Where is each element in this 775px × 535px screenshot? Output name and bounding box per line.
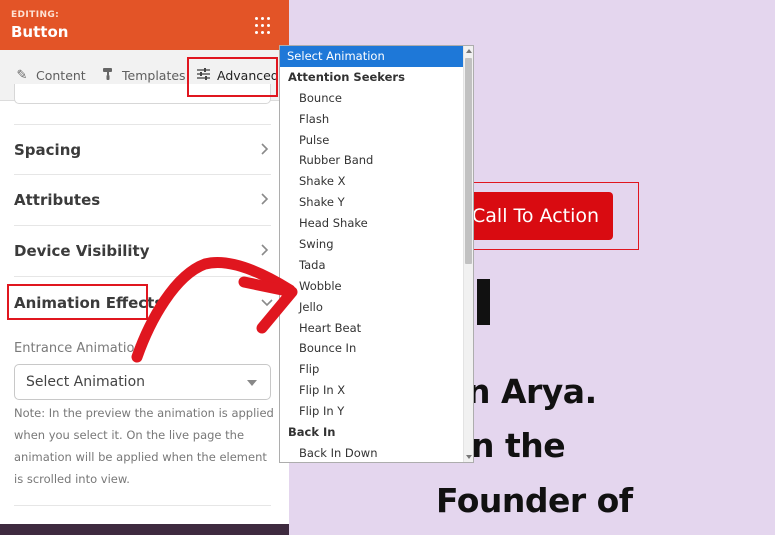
editing-label: EDITING: [11,10,60,20]
dropdown-option[interactable]: Swing [280,234,464,255]
section-attributes-label: Attributes [14,191,101,209]
dropdown-option[interactable]: Flip [280,359,464,380]
dropdown-scrollbar[interactable] [463,46,473,462]
dropdown-option[interactable]: Rubber Band [280,150,464,171]
dropdown-option[interactable]: Tada [280,255,464,276]
hero-text-line-1: n Arya. [467,372,597,411]
panel-footer [0,524,289,535]
hero-text-line-3: Founder of [436,481,633,520]
dropdown-option[interactable]: Heart Beat [280,318,464,339]
caret-down-icon [247,380,257,386]
hero-text-line-2: n the [471,426,566,465]
section-spacing[interactable]: Spacing [14,124,271,175]
chevron-right-icon [261,142,271,157]
dropdown-option[interactable]: Flip In X [280,380,464,401]
dropdown-option[interactable]: Shake X [280,171,464,192]
dropdown-options: Select Animation Attention Seekers Bounc… [280,46,464,462]
dropdown-option[interactable]: Bounce In [280,338,464,359]
entrance-animation-select[interactable]: Select Animation [14,364,271,400]
divider [14,505,271,506]
entrance-animation-label: Entrance Animation [14,341,143,356]
chevron-right-icon [261,244,271,258]
call-to-action-button[interactable]: Call To Action [464,192,613,240]
pencil-icon: ✎ [16,68,28,83]
heading-glyph [477,279,490,325]
dropdown-group-back-in: Back In [288,425,336,440]
panel-header: EDITING: Button [0,0,289,50]
section-spacing-label: Spacing [14,140,82,159]
dropdown-group-attention-seekers: Attention Seekers [288,69,405,84]
advanced-tab-highlight [187,57,278,97]
animation-note: Note: In the preview the animation is ap… [14,406,274,486]
dropdown-option[interactable]: Flip In Y [280,401,464,422]
paint-roller-icon [100,67,116,85]
dropdown-option-selected[interactable]: Select Animation [280,46,464,67]
dropdown-option[interactable]: Back In Down [280,443,464,462]
scrollbar-thumb[interactable] [465,58,472,264]
dropdown-option[interactable]: Pulse [280,130,464,151]
dropdown-option[interactable]: Shake Y [280,192,464,213]
dropdown-option[interactable]: Jello [280,297,464,318]
entrance-animation-value: Select Animation [26,374,146,390]
animation-dropdown-list[interactable]: Select Animation Attention Seekers Bounc… [279,45,474,463]
dots-grid-icon[interactable] [254,16,274,36]
chevron-right-icon [261,193,271,207]
scroll-up-arrow-icon[interactable] [466,49,472,53]
section-device-visibility-label: Device Visibility [14,242,150,260]
animation-effects-highlight [7,284,148,320]
tab-content-label: Content [36,68,86,83]
chevron-down-icon [261,296,273,310]
scroll-down-arrow-icon[interactable] [466,455,472,459]
section-device-visibility[interactable]: Device Visibility [14,226,271,277]
section-attributes[interactable]: Attributes [14,175,271,226]
dropdown-option[interactable]: Wobble [280,276,464,297]
tab-templates-label: Templates [122,68,186,83]
dropdown-option[interactable]: Bounce [280,88,464,109]
panel-title: Button [11,23,69,41]
dropdown-option[interactable]: Head Shake [280,213,464,234]
dropdown-option[interactable]: Flash [280,109,464,130]
